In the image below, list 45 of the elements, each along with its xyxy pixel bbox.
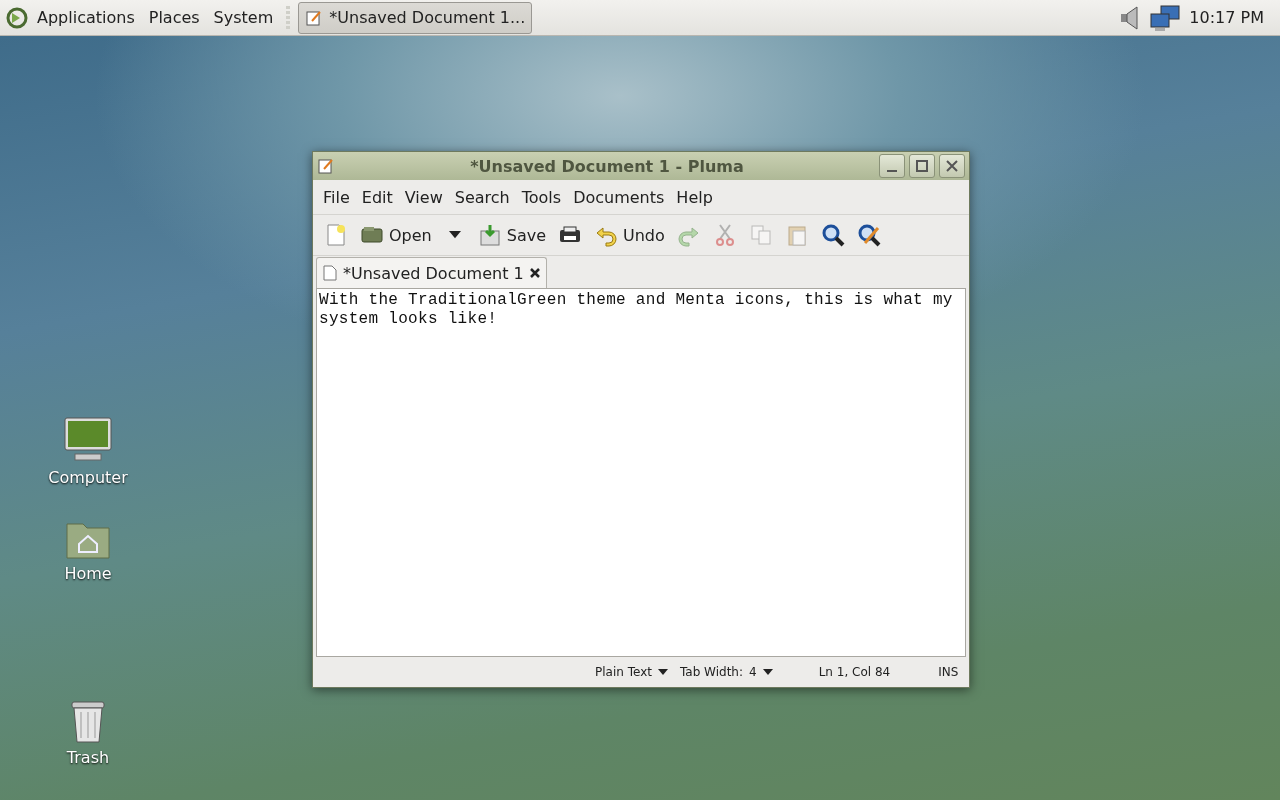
panel-menu[interactable]: System	[208, 6, 279, 29]
document-icon	[323, 265, 337, 281]
menu-item[interactable]: Help	[670, 183, 719, 211]
desktop-icon-label[interactable]: Computer	[48, 468, 128, 487]
toolbar-button[interactable]: Save	[472, 219, 551, 251]
taskbar-button[interactable]: *Unsaved Document 1...	[298, 1, 533, 34]
panel-menu[interactable]: Applications	[32, 6, 140, 29]
panel-menu[interactable]: Places	[143, 6, 205, 29]
computer-icon[interactable]	[63, 416, 113, 464]
toolbar-button[interactable]: Undo	[589, 219, 670, 251]
tab-width-value: 4	[749, 665, 757, 679]
toolbar-button[interactable]: Open	[355, 219, 437, 251]
save-icon	[477, 223, 502, 247]
menu-item[interactable]: View	[398, 183, 449, 211]
maximize-icon	[915, 159, 929, 173]
trash-icon[interactable]	[68, 698, 108, 744]
menu-item[interactable]: Edit	[355, 183, 399, 211]
cursor-position: Ln 1, Col 84	[817, 665, 892, 679]
insert-mode: INS	[937, 665, 960, 679]
desktop-icon-label[interactable]: Trash	[66, 748, 110, 767]
window-title: *Unsaved Document 1 - Pluma	[469, 156, 745, 176]
menu-logo-icon	[6, 6, 28, 29]
document-tab[interactable]: *Unsaved Document 1	[316, 257, 547, 288]
minimize-icon	[887, 170, 897, 172]
tab-width-label: Tab Width:	[679, 665, 743, 679]
notepad-pencil-icon	[305, 8, 324, 27]
close-icon[interactable]	[529, 268, 540, 278]
menu-item[interactable]: File	[317, 183, 356, 211]
close-icon	[945, 159, 959, 173]
clock[interactable]: 10:17 PM	[1185, 8, 1274, 27]
desktop-icon-label[interactable]: Home	[64, 564, 112, 583]
caret-icon	[762, 669, 773, 675]
caret-icon	[448, 231, 461, 239]
minimize-button[interactable]	[879, 154, 905, 178]
notepad-pencil-icon	[317, 157, 335, 175]
close-button[interactable]	[939, 154, 965, 178]
network-computers-icon[interactable]	[1149, 3, 1182, 32]
menu-item[interactable]: Search	[448, 183, 516, 211]
menu-item[interactable]: Tools	[515, 183, 568, 211]
text-editor[interactable]: With the TraditionalGreen theme and Menta icons, this is what my system looks like!	[316, 288, 966, 657]
menu-item[interactable]: Documents	[567, 183, 671, 211]
tab-width-dropdown[interactable]: Tab Width: 4	[673, 665, 779, 679]
caret-icon	[657, 669, 668, 675]
maximize-button[interactable]	[909, 154, 935, 178]
language-dropdown[interactable]: Plain Text	[589, 665, 674, 679]
